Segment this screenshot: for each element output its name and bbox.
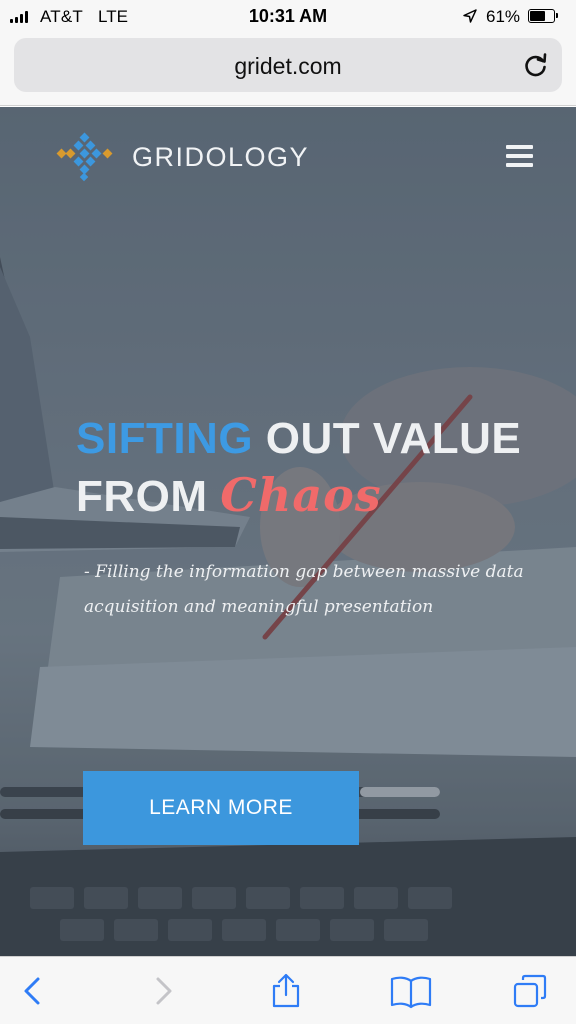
location-arrow-icon xyxy=(463,9,477,23)
tabs-icon[interactable] xyxy=(512,973,548,1009)
headline-chaos: Chaos xyxy=(220,468,382,522)
address-bar[interactable]: gridet.com xyxy=(14,38,562,92)
gridology-logo-icon xyxy=(56,132,113,182)
tagline-line-1: - Filling the information gap between ma… xyxy=(84,562,524,582)
status-bar: AT&T LTE 10:31 AM 61% xyxy=(0,0,576,34)
hero-section: GRIDOLOGY SIFTING OUT VALUE FROM Chaos -… xyxy=(0,107,576,956)
headline-highlight: SIFTING xyxy=(76,414,254,463)
brand-name[interactable]: GRIDOLOGY xyxy=(132,142,309,173)
url-text[interactable]: gridet.com xyxy=(14,53,562,80)
hero-headline: SIFTING OUT VALUE FROM Chaos xyxy=(76,411,566,525)
share-icon[interactable] xyxy=(268,973,304,1009)
browser-toolbar xyxy=(0,956,576,1024)
browser-address-area: gridet.com xyxy=(0,34,576,106)
battery-percent: 61% xyxy=(486,7,521,26)
hero-tagline: - Filling the information gap between ma… xyxy=(84,555,560,625)
battery-level xyxy=(530,11,546,21)
hamburger-menu-icon[interactable] xyxy=(506,145,536,169)
headline-text-2: FROM xyxy=(76,472,221,521)
reload-icon[interactable] xyxy=(522,51,550,79)
tagline-line-2: acquisition and meaningful presentation xyxy=(84,597,434,617)
battery-icon xyxy=(528,9,558,23)
back-icon[interactable] xyxy=(16,973,52,1009)
bookmarks-icon[interactable] xyxy=(390,973,432,1009)
headline-text: OUT VALUE xyxy=(253,414,522,463)
forward-icon[interactable] xyxy=(144,973,180,1009)
learn-more-button[interactable]: LEARN MORE xyxy=(83,771,359,845)
